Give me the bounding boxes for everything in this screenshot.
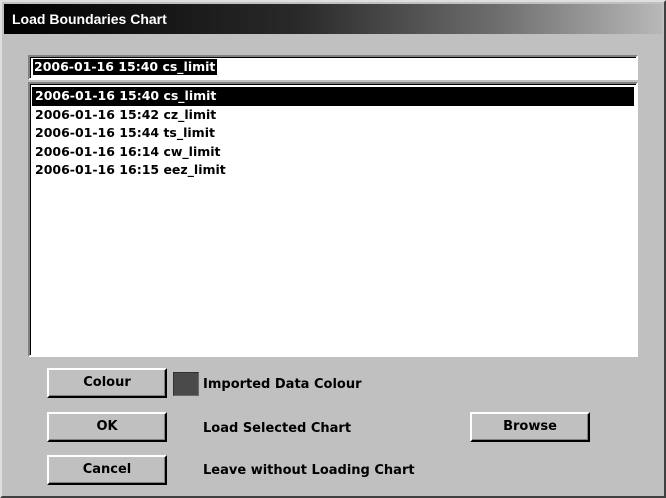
- load-boundaries-dialog: Load Boundaries Chart 2006-01-16 15:40 c…: [0, 0, 666, 498]
- browse-button[interactable]: Browse: [470, 412, 590, 442]
- charts-listbox[interactable]: 2006-01-16 15:40 cs_limit 2006-01-16 15:…: [28, 82, 638, 357]
- chart-name-input[interactable]: 2006-01-16 15:40 cs_limit: [28, 55, 638, 80]
- colour-button[interactable]: Colour: [47, 368, 167, 398]
- colour-description: Imported Data Colour: [203, 377, 362, 392]
- ok-button[interactable]: OK: [47, 412, 167, 442]
- window-title-bar[interactable]: Load Boundaries Chart: [4, 4, 662, 34]
- list-item[interactable]: 2006-01-16 15:42 cz_limit: [32, 106, 634, 125]
- window-title: Load Boundaries Chart: [12, 11, 167, 27]
- list-item[interactable]: 2006-01-16 15:44 ts_limit: [32, 124, 634, 143]
- colour-swatch[interactable]: [173, 372, 199, 396]
- list-item[interactable]: 2006-01-16 16:14 cw_limit: [32, 143, 634, 162]
- list-item[interactable]: 2006-01-16 15:40 cs_limit: [32, 87, 634, 106]
- ok-description: Load Selected Chart: [203, 421, 352, 436]
- list-item[interactable]: 2006-01-16 16:15 eez_limit: [32, 161, 634, 180]
- cancel-description: Leave without Loading Chart: [203, 463, 415, 478]
- cancel-button[interactable]: Cancel: [47, 455, 167, 485]
- chart-name-value: 2006-01-16 15:40 cs_limit: [33, 59, 218, 75]
